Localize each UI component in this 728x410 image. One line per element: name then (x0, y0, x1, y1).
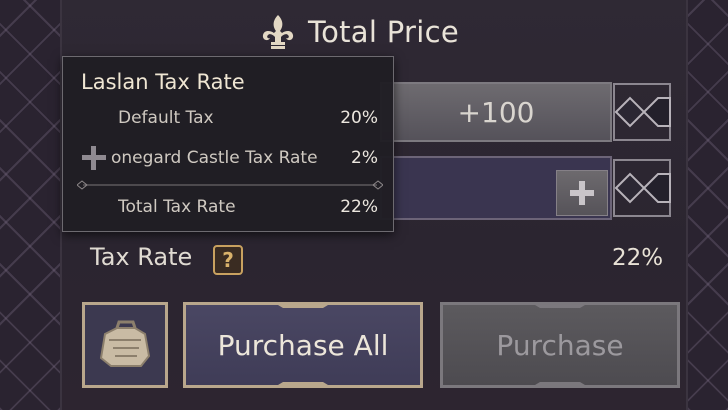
tax-rate-label: Tax Rate (90, 243, 193, 271)
add-100-label: +100 (457, 95, 535, 129)
purchase-all-label: Purchase All (217, 328, 389, 362)
bag-icon (99, 320, 151, 367)
purchase-label: Purchase (496, 328, 624, 362)
tooltip-row: Default Tax 20% (63, 108, 395, 132)
bar-end-ornament (613, 159, 671, 217)
tooltip-row-value: 2% (351, 148, 378, 168)
tooltip-row: Total Tax Rate 22% (63, 197, 395, 221)
tooltip-title: Laslan Tax Rate (81, 70, 245, 94)
button-notch-ornament (530, 302, 590, 308)
help-icon[interactable]: ? (213, 245, 243, 275)
fleur-de-lis-icon (262, 15, 294, 49)
plus-icon (570, 181, 594, 205)
tax-rate-tooltip: Laslan Tax Rate Default Tax 20% onegard … (62, 56, 394, 232)
tooltip-row-name: Default Tax (118, 108, 214, 128)
right-lattice-background (688, 0, 728, 410)
tooltip-row-name: onegard Castle Tax Rate (111, 148, 318, 168)
header: Total Price (258, 12, 459, 52)
tooltip-divider (77, 180, 383, 190)
left-lattice-background (0, 0, 60, 410)
add-100-button[interactable]: +100 (380, 82, 612, 142)
purchase-all-button[interactable]: Purchase All (183, 302, 423, 388)
tooltip-row-value: 20% (340, 108, 378, 128)
tooltip-row: onegard Castle Tax Rate 2% (63, 148, 395, 172)
button-notch-ornament (530, 382, 590, 388)
tooltip-row-name: Total Tax Rate (118, 197, 236, 217)
button-notch-ornament (273, 302, 333, 308)
bar-end-ornament (613, 83, 671, 141)
page-title: Total Price (308, 15, 459, 49)
purchase-button[interactable]: Purchase (440, 302, 680, 388)
increase-quantity-button[interactable] (556, 170, 608, 216)
bag-button[interactable] (82, 302, 168, 388)
tooltip-row-value: 22% (340, 197, 378, 217)
tax-rate-value: 22% (612, 245, 664, 271)
button-notch-ornament (273, 382, 333, 388)
